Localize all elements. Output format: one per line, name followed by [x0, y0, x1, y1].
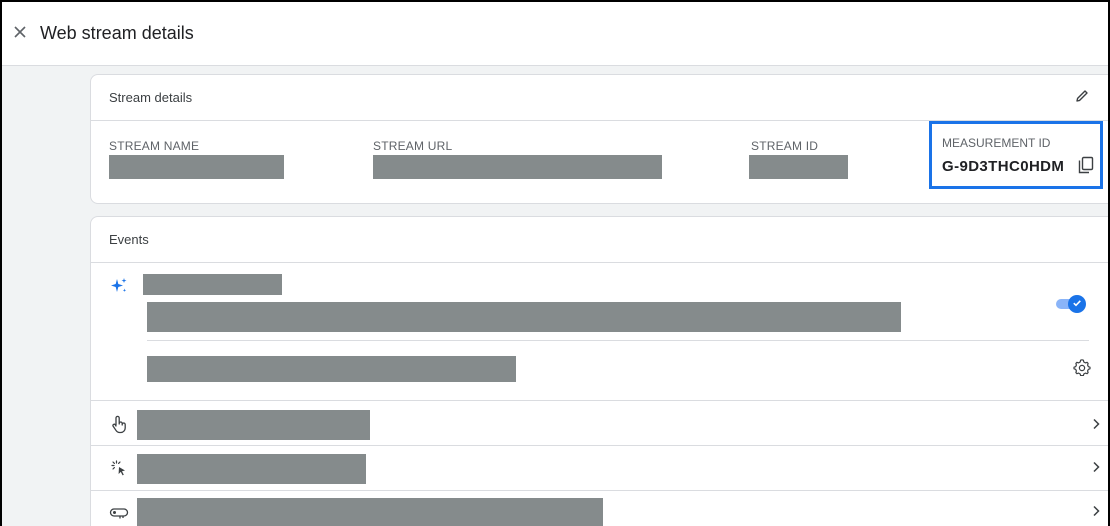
event-row-1-chevron[interactable] [1087, 417, 1105, 435]
row-divider [91, 490, 1108, 491]
enhanced-measurement-toggle[interactable] [1056, 295, 1088, 313]
stream-id-label: STREAM ID [751, 139, 819, 153]
event-row-2-name-redacted [137, 454, 366, 484]
row-divider [91, 400, 1108, 401]
close-button[interactable] [8, 22, 32, 46]
enhanced-measurement-description-redacted [147, 302, 901, 332]
section-divider [147, 340, 1089, 341]
stream-id-value-redacted [749, 155, 848, 179]
toggle-thumb [1068, 295, 1086, 313]
chevron-right-icon [1091, 460, 1101, 478]
stream-url-value-redacted [373, 155, 662, 179]
stream-details-title: Stream details [109, 90, 193, 105]
edit-button[interactable] [1071, 87, 1093, 109]
copy-icon [1078, 156, 1094, 179]
copy-measurement-id-button[interactable] [1076, 156, 1096, 179]
stream-details-header: Stream details [91, 75, 1108, 121]
enhanced-measurement-title-redacted [143, 274, 282, 295]
web-stream-details-panel: Web stream details Stream details STREAM… [0, 0, 1110, 526]
measurement-id-label: MEASUREMENT ID [942, 136, 1051, 150]
chevron-right-icon [1091, 504, 1101, 522]
close-icon [13, 25, 27, 44]
pencil-icon [1074, 88, 1090, 109]
key-icon [109, 503, 129, 523]
stream-url-label: STREAM URL [373, 139, 453, 153]
sparkle-icon [109, 276, 129, 296]
chevron-right-icon [1091, 417, 1101, 435]
measurement-id-box: MEASUREMENT ID G-9D3THC0HDM [929, 121, 1103, 189]
events-title: Events [109, 232, 149, 247]
enhanced-measurement-settings-button[interactable] [1072, 358, 1092, 381]
click-icon [109, 458, 129, 478]
touch-icon [109, 414, 129, 434]
events-header: Events [91, 217, 1108, 263]
check-icon [1072, 295, 1082, 313]
event-row-3-name-redacted [137, 498, 603, 526]
measuring-summary-redacted [147, 356, 516, 382]
measurement-id-value: G-9D3THC0HDM [942, 158, 1065, 175]
panel-header: Web stream details [2, 2, 1108, 66]
stream-name-label: STREAM NAME [109, 139, 200, 153]
event-row-3-chevron[interactable] [1087, 504, 1105, 522]
row-divider [91, 445, 1108, 446]
gear-icon [1073, 358, 1091, 381]
stream-name-value-redacted [109, 155, 284, 179]
event-row-2-chevron[interactable] [1087, 460, 1105, 478]
page-title: Web stream details [40, 23, 194, 43]
events-card: Events [90, 216, 1108, 526]
event-row-1-name-redacted [137, 410, 370, 440]
